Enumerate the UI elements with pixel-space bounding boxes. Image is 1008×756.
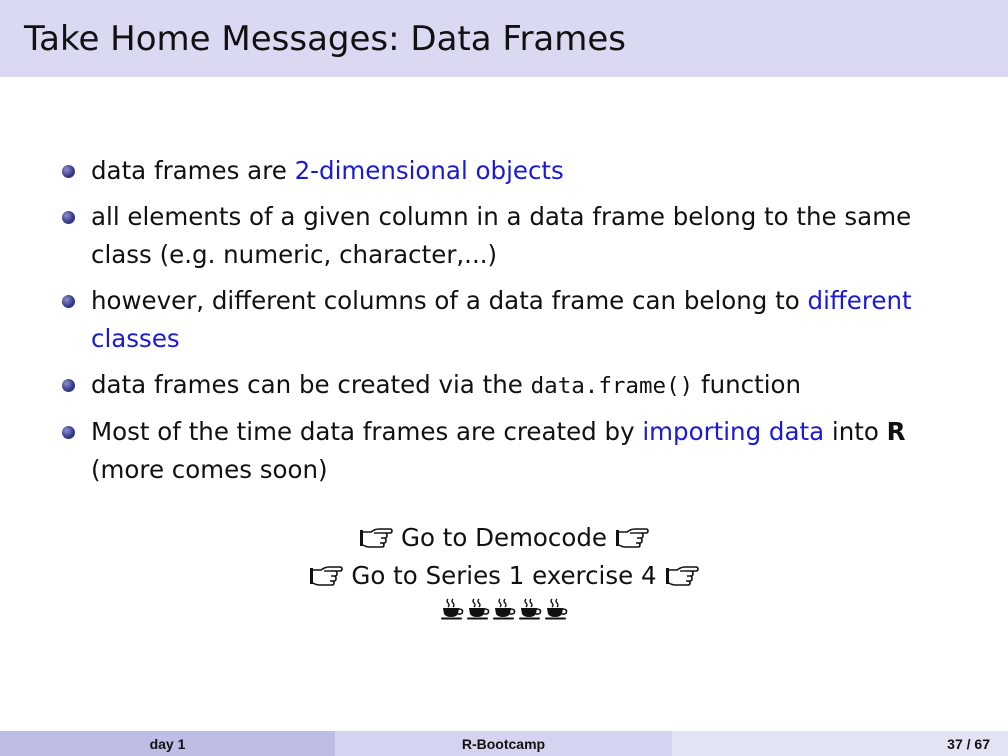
bullet-text-after: (more comes soon) — [91, 455, 328, 484]
list-item: data frames can be created via the data.… — [62, 366, 952, 405]
coffee-cup-icon — [544, 597, 568, 621]
title-bar: Take Home Messages: Data Frames — [0, 0, 1008, 77]
coffee-cup-icon — [518, 597, 542, 621]
bullet-icon — [62, 379, 75, 392]
footer: day 1 R-Bootcamp 37 / 67 — [0, 731, 1008, 756]
list-item: data frames are 2-dimensional objects — [62, 152, 952, 190]
navigation-links: Go to Democode Go to Series 1 exercise 4 — [0, 519, 1008, 621]
list-item: all elements of a given column in a data… — [62, 198, 952, 274]
footer-page-number: 37 / 67 — [672, 731, 1008, 756]
bullet-text: however, different columns of a data fra… — [91, 286, 808, 315]
slide-title: Take Home Messages: Data Frames — [24, 19, 627, 59]
coffee-cup-rating — [0, 597, 1008, 621]
coffee-cup-icon — [466, 597, 490, 621]
bullet-icon — [62, 211, 75, 224]
democode-link[interactable]: Go to Democode — [0, 519, 1008, 557]
pointing-hand-icon — [615, 526, 649, 550]
bullet-text: all elements of a given column in a data… — [91, 202, 912, 269]
bullet-text: data frames can be created via the — [91, 370, 531, 399]
bullet-text-middle: into — [824, 417, 887, 446]
highlighted-term: importing data — [642, 417, 825, 446]
bullet-list: data frames are 2-dimensional objects al… — [62, 152, 952, 497]
highlighted-term: 2-dimensional objects — [294, 156, 564, 185]
bullet-icon — [62, 295, 75, 308]
code-snippet: data.frame() — [530, 373, 694, 399]
footer-course-title: R-Bootcamp — [335, 731, 672, 756]
bullet-icon — [62, 426, 75, 439]
footer-day: day 1 — [0, 731, 335, 756]
exercise-link-label: Go to Series 1 exercise 4 — [351, 561, 657, 590]
pointing-hand-icon — [359, 526, 393, 550]
bullet-icon — [62, 165, 75, 178]
pointing-hand-icon — [309, 564, 343, 588]
bullet-text: data frames are — [91, 156, 295, 185]
bullet-text: Most of the time data frames are created… — [91, 417, 643, 446]
list-item: however, different columns of a data fra… — [62, 282, 952, 358]
list-item: Most of the time data frames are created… — [62, 413, 952, 489]
r-language-label: R — [886, 417, 906, 446]
exercise-link[interactable]: Go to Series 1 exercise 4 — [0, 557, 1008, 595]
bullet-text-after: function — [693, 370, 802, 399]
coffee-cup-icon — [492, 597, 516, 621]
pointing-hand-icon — [665, 564, 699, 588]
coffee-cup-icon — [440, 597, 464, 621]
democode-link-label: Go to Democode — [400, 523, 608, 552]
